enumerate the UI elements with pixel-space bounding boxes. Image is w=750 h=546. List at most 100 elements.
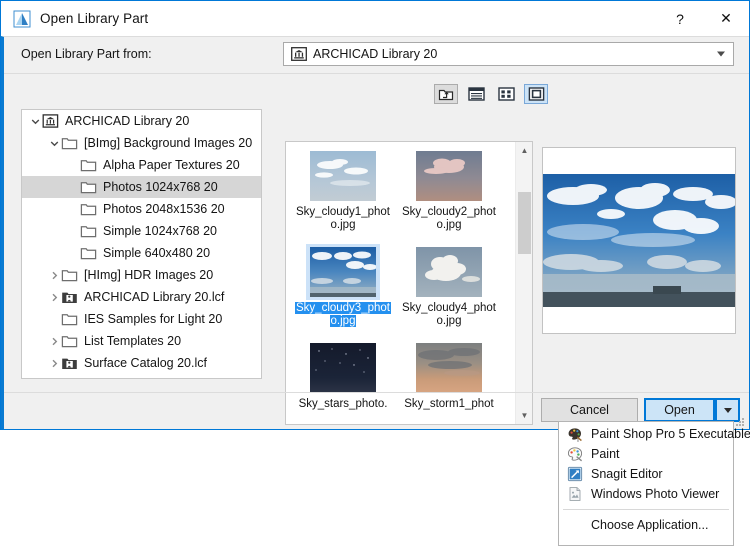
details-view-button[interactable] <box>494 84 518 104</box>
menu-separator <box>563 509 729 510</box>
tree-item[interactable]: Photos 2048x1536 20 <box>22 198 261 220</box>
source-combo[interactable]: ARCHICAD Library 20 <box>283 42 734 66</box>
list-view-button[interactable] <box>464 84 488 104</box>
menu-item[interactable]: Windows Photo Viewer <box>559 484 733 504</box>
folder-icon <box>80 224 97 238</box>
tree-item[interactable]: [HImg] HDR Images 20 <box>22 264 261 286</box>
tree-item[interactable]: Alpha Paper Textures 20 <box>22 154 261 176</box>
help-button[interactable]: ? <box>657 1 703 36</box>
file-thumbnail-wrap[interactable] <box>306 148 380 204</box>
header-divider <box>4 73 749 74</box>
resize-grip[interactable] <box>735 416 745 426</box>
footer-divider <box>4 392 749 393</box>
lcf-archive-icon <box>61 356 78 370</box>
chevron-right-icon[interactable] <box>47 337 61 346</box>
tree-item-label: List Templates 20 <box>84 334 182 348</box>
file-item[interactable]: Sky_storm1_phot <box>396 340 502 424</box>
menu-item[interactable]: s Paint Shop Pro 5 Executable <box>559 424 750 444</box>
window-title: Open Library Part <box>40 11 149 26</box>
scrollbar-thumb[interactable] <box>518 192 531 254</box>
file-item[interactable]: Sky_cloudy3_photo.jpg <box>290 244 396 340</box>
library-tree[interactable]: ARCHICAD Library 20 [BImg] Background Ima… <box>21 109 262 379</box>
open-button[interactable]: Open <box>644 398 715 422</box>
file-item-label: Sky_cloudy1_photo.jpg <box>296 206 390 231</box>
up-one-level-button[interactable] <box>434 84 458 104</box>
file-item-label-text: Sky_cloudy3_photo.jpg <box>295 302 391 327</box>
snagit-icon <box>567 466 583 482</box>
source-row: Open Library Part from: ARCHICAD Library… <box>4 37 749 73</box>
file-item[interactable]: Sky_stars_photo. <box>290 340 396 424</box>
tree-item[interactable]: ARCHICAD Library 20.lcf <box>22 286 261 308</box>
folder-icon <box>80 158 97 172</box>
cancel-button[interactable]: Cancel <box>541 398 638 422</box>
chevron-right-icon[interactable] <box>47 359 61 368</box>
chevron-down-icon[interactable] <box>47 139 61 148</box>
file-thumbnail-wrap[interactable] <box>306 340 380 396</box>
file-item[interactable]: Sky_cloudy2_photo.jpg <box>396 148 502 244</box>
title-bar[interactable]: Open Library Part ? ✕ <box>1 1 749 36</box>
chevron-down-icon[interactable]: ▼ <box>516 407 532 424</box>
file-item-label: Sky_cloudy3_photo.jpg <box>293 302 393 328</box>
file-item[interactable]: Sky_cloudy4_photo.jpg <box>396 244 502 340</box>
tree-item-label: [BImg] Background Images 20 <box>84 136 253 150</box>
library-folder-icon <box>291 47 307 61</box>
file-thumbnail-wrap[interactable] <box>306 244 380 300</box>
file-thumbnail <box>310 247 376 297</box>
file-thumbnail <box>416 151 482 201</box>
tree-item[interactable]: Photos 1024x768 20 <box>22 176 261 198</box>
photo-viewer-icon <box>567 486 583 502</box>
file-item-label: Sky_cloudy2_photo.jpg <box>402 206 496 231</box>
archicad-icon <box>13 10 31 28</box>
view-toolbar <box>434 84 548 104</box>
chevron-right-icon[interactable] <box>47 271 61 280</box>
svg-text:s: s <box>577 438 579 442</box>
menu-item[interactable]: Choose Application... <box>559 515 733 535</box>
folder-icon <box>61 334 78 348</box>
tree-item-label: Alpha Paper Textures 20 <box>103 158 240 172</box>
preview-image <box>543 174 735 307</box>
file-thumbnail <box>310 151 376 201</box>
menu-item[interactable]: Snagit Editor <box>559 464 733 484</box>
chevron-right-icon[interactable] <box>47 293 61 302</box>
menu-item-label: Snagit Editor <box>591 467 663 481</box>
file-list-scrollbar[interactable]: ▲ ▼ <box>515 142 532 424</box>
file-item[interactable]: Sky_cloudy1_photo.jpg <box>290 148 396 244</box>
tree-item[interactable]: ARCHICAD Library 20 <box>22 110 261 132</box>
tree-item-label: Simple 640x480 20 <box>103 246 211 260</box>
tree-item-label: Photos 2048x1536 20 <box>103 202 225 216</box>
chevron-down-icon <box>723 407 732 413</box>
folder-icon <box>61 268 78 282</box>
file-thumbnail-wrap[interactable] <box>412 148 486 204</box>
folder-icon <box>80 180 97 194</box>
tree-item[interactable]: IES Samples for Light 20 <box>22 308 261 330</box>
tree-item-label: Photos 1024x768 20 <box>103 180 218 194</box>
folder-icon <box>61 312 78 326</box>
tree-item[interactable]: [BImg] Background Images 20 <box>22 132 261 154</box>
file-list[interactable]: Sky_cloudy1_photo.jpg Sky_cloudy2_photo.j… <box>285 141 533 425</box>
title-bar-buttons: ? ✕ <box>657 1 749 36</box>
file-thumbnail-wrap[interactable] <box>412 340 486 396</box>
tree-item-label: ARCHICAD Library 20.lcf <box>84 290 225 304</box>
file-thumbnail-wrap[interactable] <box>412 244 486 300</box>
chevron-down-icon[interactable] <box>717 51 725 57</box>
lcf-archive-icon <box>61 290 78 304</box>
chevron-up-icon[interactable]: ▲ <box>516 142 532 159</box>
file-item-label: Sky_stars_photo. <box>298 398 388 410</box>
paint-icon <box>567 446 583 462</box>
open-with-context-menu[interactable]: s Paint Shop Pro 5 Executable Paint Snagit … <box>558 421 750 546</box>
tree-item[interactable]: Surface Catalog 20.lcf <box>22 352 261 374</box>
menu-item[interactable]: Paint <box>559 444 733 464</box>
tree-item[interactable]: Simple 640x480 20 <box>22 242 261 264</box>
menu-item-label: Windows Photo Viewer <box>591 487 720 501</box>
tree-item[interactable]: List Templates 20 <box>22 330 261 352</box>
menu-item-label: Choose Application... <box>591 518 709 532</box>
tree-item-label: IES Samples for Light 20 <box>84 312 223 326</box>
chevron-down-icon[interactable] <box>28 117 42 126</box>
file-thumbnail <box>416 343 482 393</box>
close-button[interactable]: ✕ <box>703 1 749 36</box>
tree-item-label: [HImg] HDR Images 20 <box>84 268 214 282</box>
large-icons-view-button[interactable] <box>524 84 548 104</box>
paint-shop-pro-icon: s <box>567 426 583 443</box>
tree-item[interactable]: Simple 1024x768 20 <box>22 220 261 242</box>
folder-icon <box>80 202 97 216</box>
